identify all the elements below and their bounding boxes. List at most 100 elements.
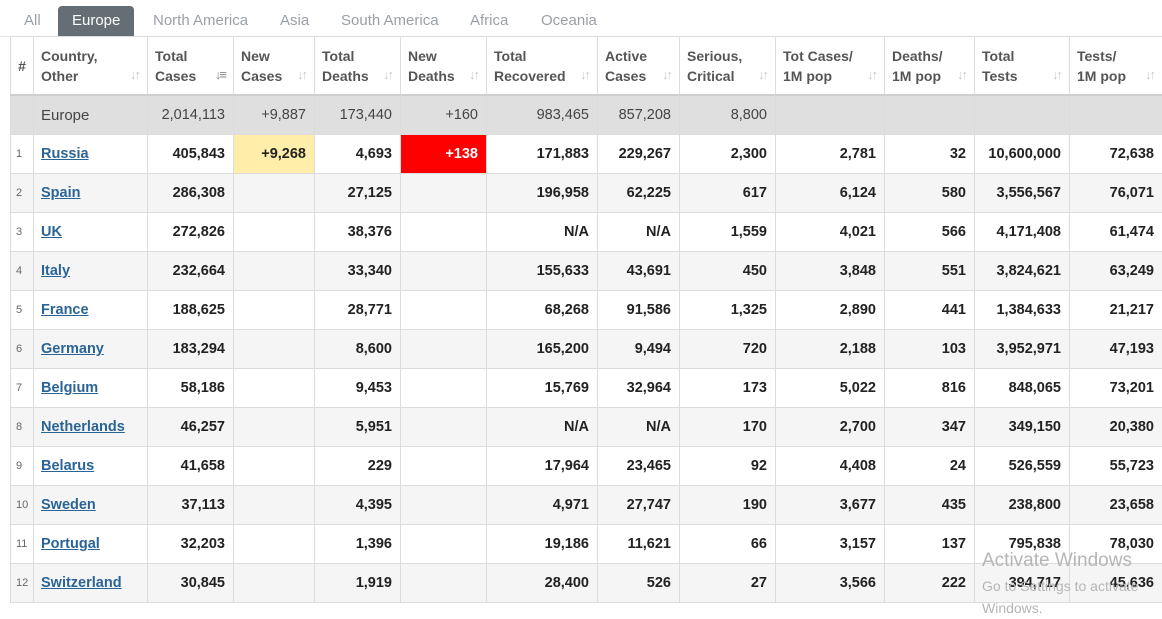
cell-total-tests: 349,150	[975, 408, 1070, 447]
country-link[interactable]: Sweden	[41, 497, 96, 513]
cell-tests-per-million: 78,030	[1070, 525, 1162, 564]
header-total-recovered[interactable]: TotalRecovered↓↑	[487, 37, 598, 96]
sort-arrows-icon[interactable]: ↓↑	[383, 65, 392, 85]
sort-arrows-icon[interactable]: ↓↑	[758, 65, 767, 85]
cell-active-cases: 857,208	[598, 95, 680, 135]
cell-new-deaths	[401, 174, 487, 213]
cell-active-cases: 11,621	[598, 525, 680, 564]
cell-total-tests: 1,384,633	[975, 291, 1070, 330]
cell-new-deaths	[401, 369, 487, 408]
header-label: Recovered	[494, 68, 566, 84]
cell-total-tests: 3,824,621	[975, 252, 1070, 291]
cell-total-tests: 795,838	[975, 525, 1070, 564]
cell-tests-per-million: 45,636	[1070, 564, 1162, 603]
tab-south-america[interactable]: South America	[327, 6, 453, 36]
cell-active-cases: 62,225	[598, 174, 680, 213]
sort-arrows-icon[interactable]: ↓↑	[1145, 65, 1154, 85]
cell-total-tests: 526,559	[975, 447, 1070, 486]
cell-total-recovered: 165,200	[487, 330, 598, 369]
cell-new-cases	[234, 213, 315, 252]
header-total-tests[interactable]: TotalTests↓↑	[975, 37, 1070, 96]
tab-asia[interactable]: Asia	[266, 6, 323, 36]
sort-arrows-icon[interactable]: ↓↑	[1052, 65, 1061, 85]
sort-arrows-icon[interactable]: ↓↑	[580, 65, 589, 85]
header-serious-critical[interactable]: Serious,Critical↓↑	[680, 37, 776, 96]
country-link[interactable]: Germany	[41, 341, 104, 357]
country-link[interactable]: Spain	[41, 185, 80, 201]
cell-new-deaths	[401, 213, 487, 252]
cell-serious: 2,300	[680, 135, 776, 174]
cell-cases-per-million: 4,408	[776, 447, 885, 486]
region-tabs: All Europe North America Asia South Amer…	[0, 0, 1162, 37]
cell-serious: 1,325	[680, 291, 776, 330]
header-cases-per-million[interactable]: Tot Cases/1M pop↓↑	[776, 37, 885, 96]
cell-total-deaths: 1,919	[315, 564, 401, 603]
cell-total-tests: 238,800	[975, 486, 1070, 525]
row-index	[11, 95, 34, 135]
header-new-deaths[interactable]: NewDeaths↓↑	[401, 37, 487, 96]
country-link[interactable]: Netherlands	[41, 419, 125, 435]
cell-active-cases: N/A	[598, 408, 680, 447]
cell-new-deaths	[401, 291, 487, 330]
header-active-cases[interactable]: ActiveCases↓↑	[598, 37, 680, 96]
tab-north-america[interactable]: North America	[139, 6, 262, 36]
cell-total-cases: 405,843	[148, 135, 234, 174]
sort-arrows-icon[interactable]: ↓↑	[957, 65, 966, 85]
cell-cases-per-million: 5,022	[776, 369, 885, 408]
sort-arrows-icon[interactable]: ↓↑	[469, 65, 478, 85]
header-label: Cases	[241, 68, 282, 84]
sort-arrows-icon[interactable]: ↓↑	[130, 65, 139, 85]
cell-deaths-per-million: 222	[885, 564, 975, 603]
tab-all[interactable]: All	[10, 6, 55, 36]
cell-total-recovered: 17,964	[487, 447, 598, 486]
country-link[interactable]: UK	[41, 224, 62, 240]
header-total-cases[interactable]: Total Cases ↓≡	[148, 37, 234, 96]
header-country[interactable]: Country,Other↓↑	[34, 37, 148, 96]
cell-serious: 190	[680, 486, 776, 525]
header-new-cases[interactable]: New Cases ↓↑	[234, 37, 315, 96]
row-index: 8	[11, 408, 34, 447]
cell-serious: 66	[680, 525, 776, 564]
sort-desc-icon[interactable]: ↓≡	[215, 65, 225, 85]
header-label: Cases	[155, 68, 196, 84]
header-label: New	[241, 48, 270, 64]
country-link[interactable]: Switzerland	[41, 575, 122, 591]
row-index: 9	[11, 447, 34, 486]
header-label: Deaths	[408, 68, 455, 84]
tab-africa[interactable]: Africa	[456, 6, 522, 36]
row-index: 12	[11, 564, 34, 603]
cell-deaths-per-million: 566	[885, 213, 975, 252]
header-deaths-per-million[interactable]: Deaths/1M pop↓↑	[885, 37, 975, 96]
cell-active-cases: 43,691	[598, 252, 680, 291]
sort-arrows-icon[interactable]: ↓↑	[297, 65, 306, 85]
table-row: 12Switzerland30,8451,91928,400526273,566…	[11, 564, 1162, 603]
cell-new-cases	[234, 486, 315, 525]
country-link[interactable]: Italy	[41, 263, 70, 279]
country-cell: Germany	[34, 330, 148, 369]
header-total-deaths[interactable]: TotalDeaths↓↑	[315, 37, 401, 96]
tab-europe[interactable]: Europe	[58, 6, 134, 36]
cell-new-deaths	[401, 252, 487, 291]
cell-total-cases: 46,257	[148, 408, 234, 447]
cell-total-tests: 3,952,971	[975, 330, 1070, 369]
cell-new-cases	[234, 174, 315, 213]
country-link[interactable]: France	[41, 302, 89, 318]
cell-total-tests: 394,717	[975, 564, 1070, 603]
cell-deaths-per-million: 24	[885, 447, 975, 486]
cell-new-cases	[234, 369, 315, 408]
cell-new-deaths: +138	[401, 135, 487, 174]
country-link[interactable]: Portugal	[41, 536, 100, 552]
cell-new-deaths	[401, 564, 487, 603]
table-row: 3UK272,82638,376N/AN/A1,5594,0215664,171…	[11, 213, 1162, 252]
tab-oceania[interactable]: Oceania	[527, 6, 611, 36]
sort-arrows-icon[interactable]: ↓↑	[867, 65, 876, 85]
header-label: Total	[155, 48, 187, 64]
country-cell: France	[34, 291, 148, 330]
sort-arrows-icon[interactable]: ↓↑	[662, 65, 671, 85]
header-tests-per-million[interactable]: Tests/1M pop↓↑	[1070, 37, 1162, 96]
cell-cases-per-million: 6,124	[776, 174, 885, 213]
header-label: Total	[322, 48, 354, 64]
country-link[interactable]: Russia	[41, 146, 89, 162]
country-link[interactable]: Belarus	[41, 458, 94, 474]
country-link[interactable]: Belgium	[41, 380, 98, 396]
